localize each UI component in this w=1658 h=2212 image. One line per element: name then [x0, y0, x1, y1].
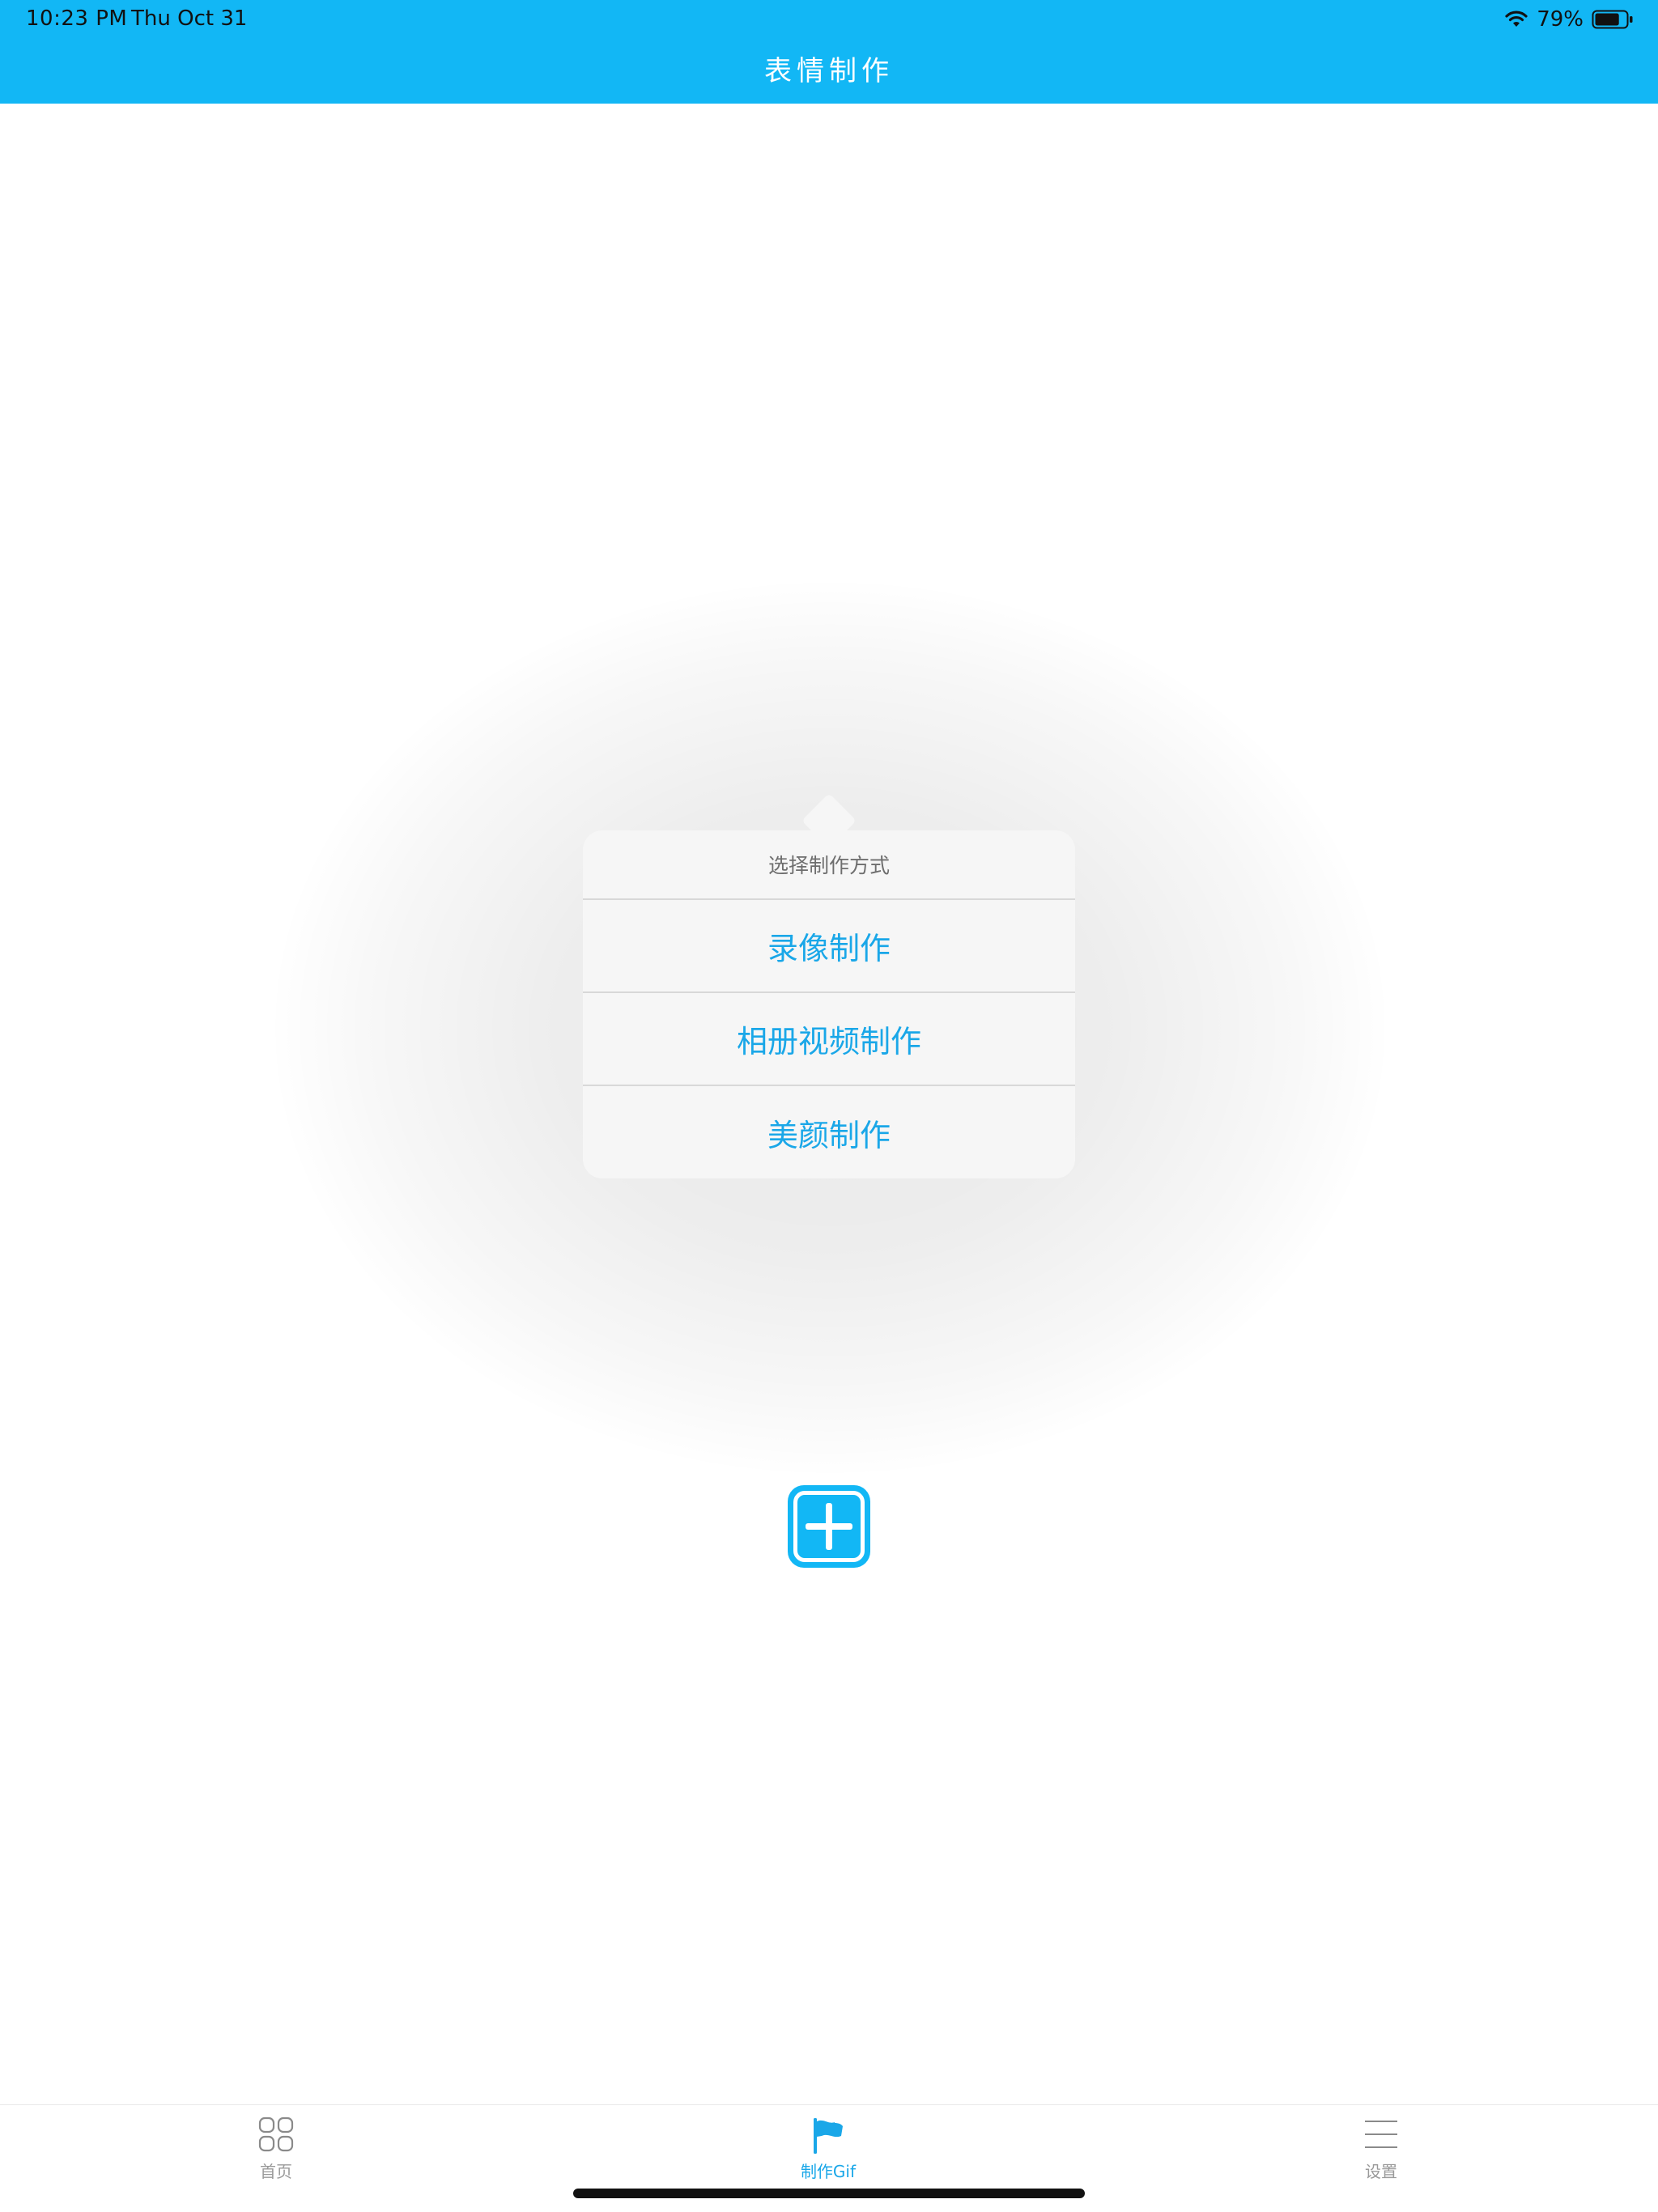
top-bar: 10:23 PM Thu Oct 31 79% 表情制作: [0, 0, 1658, 104]
grid-icon: [258, 2116, 294, 2152]
plus-vertical-bar: [826, 1503, 832, 1550]
battery-percent: 79%: [1537, 7, 1584, 32]
flag-icon: [810, 2116, 846, 2155]
battery-icon: [1592, 10, 1634, 29]
tab-home-label: 首页: [260, 2162, 292, 2181]
option-beauty[interactable]: 美颜制作: [583, 1086, 1075, 1178]
option-record-video[interactable]: 录像制作: [583, 900, 1075, 993]
status-date: Thu Oct 31: [131, 6, 248, 31]
tab-settings-label: 设置: [1365, 2162, 1397, 2181]
menu-icon: [1363, 2116, 1399, 2152]
option-album-video[interactable]: 相册视频制作: [583, 993, 1075, 1086]
tab-home[interactable]: 首页: [179, 2105, 373, 2186]
home-indicator[interactable]: [573, 2189, 1085, 2198]
make-method-popover: 选择制作方式 录像制作 相册视频制作 美颜制作: [583, 830, 1075, 1178]
popover-title: 选择制作方式: [583, 830, 1075, 900]
page-title: 表情制作: [764, 55, 894, 87]
status-indicators: 79%: [1504, 6, 1634, 32]
tab-make-gif[interactable]: 制作Gif: [731, 2105, 925, 2186]
tab-settings[interactable]: 设置: [1284, 2105, 1478, 2186]
tab-make-gif-label: 制作Gif: [800, 2162, 857, 2181]
status-time: 10:23 PM: [26, 6, 128, 31]
plus-icon: [793, 1491, 865, 1562]
wifi-icon: [1504, 10, 1528, 29]
add-button[interactable]: [788, 1485, 870, 1568]
